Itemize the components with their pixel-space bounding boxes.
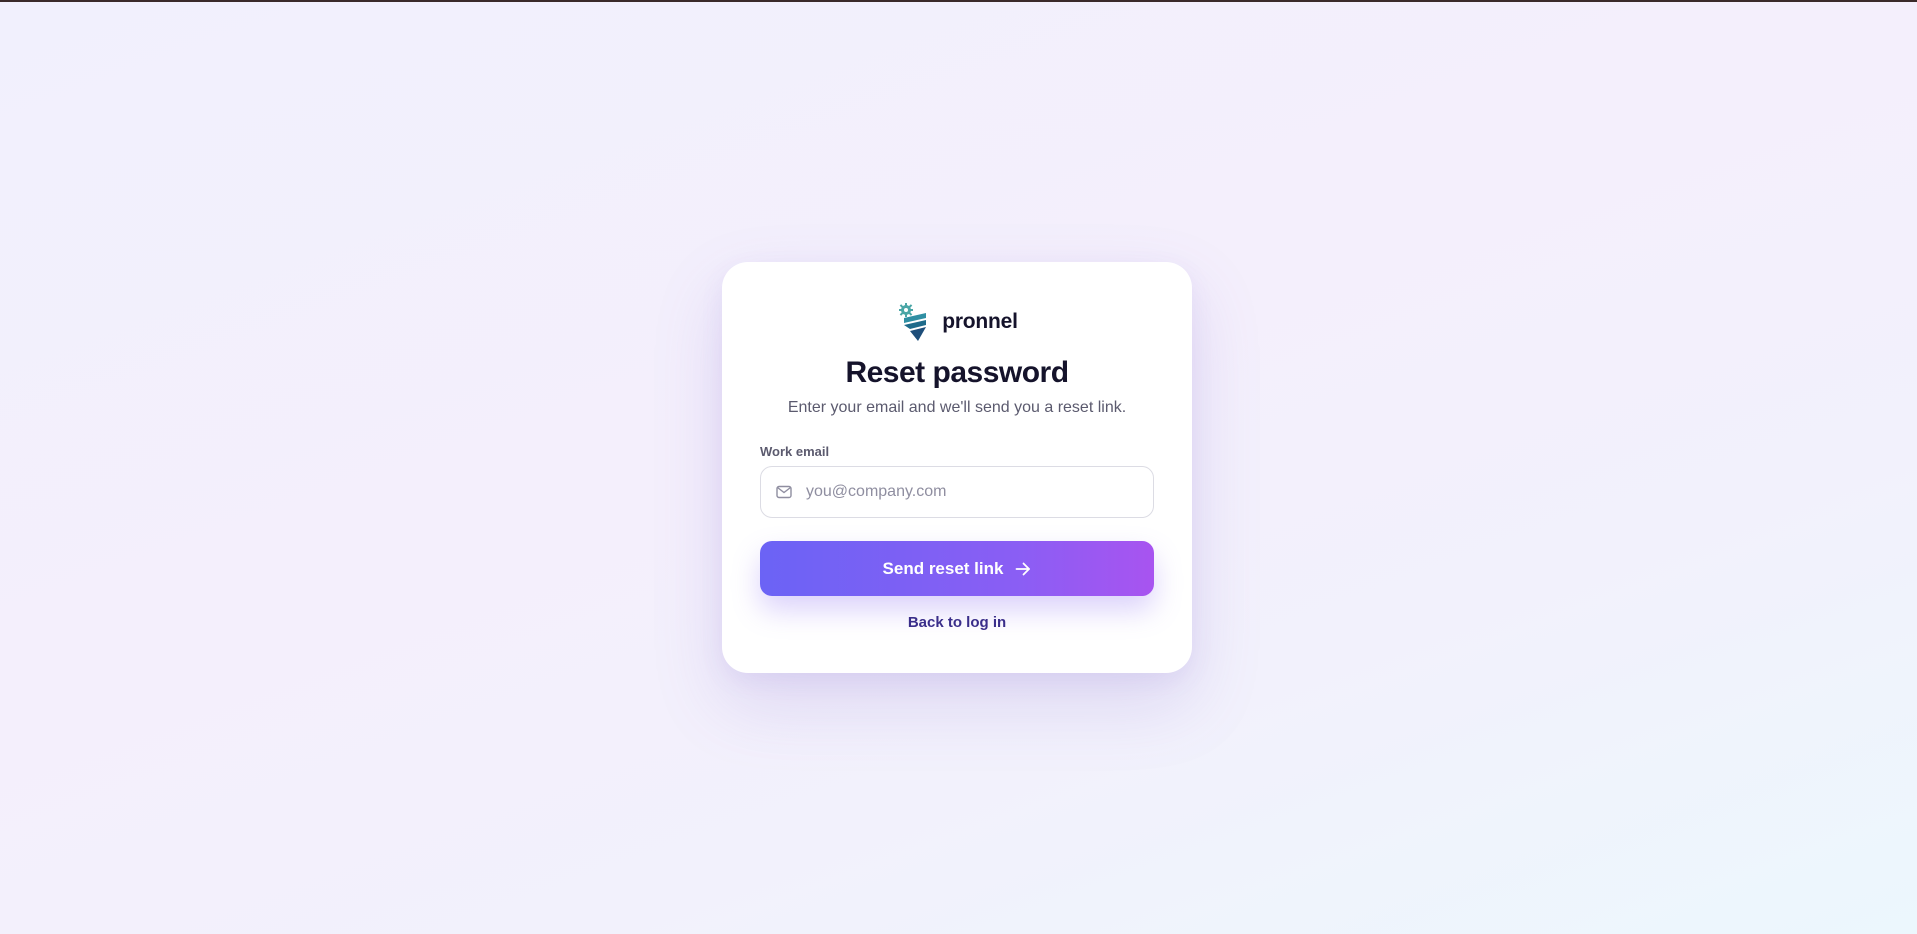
email-field-wrapper[interactable] bbox=[760, 466, 1154, 518]
send-reset-link-label: Send reset link bbox=[882, 558, 1004, 578]
pronnel-logo-icon bbox=[899, 303, 927, 341]
arrow-right-icon bbox=[1016, 562, 1031, 575]
mail-icon bbox=[776, 485, 792, 499]
brand-name: pronnel bbox=[942, 310, 1018, 333]
send-reset-link-button[interactable]: Send reset link bbox=[760, 541, 1154, 596]
reset-password-card: pronnel Reset password Enter your email … bbox=[722, 262, 1192, 673]
brand: pronnel bbox=[722, 302, 1192, 342]
email-input[interactable] bbox=[806, 467, 1136, 517]
email-label: Work email bbox=[760, 444, 830, 459]
page-subtitle: Enter your email and we'll send you a re… bbox=[787, 399, 1127, 416]
page-title: Reset password bbox=[845, 356, 1069, 389]
back-to-login-link[interactable]: Back to log in bbox=[722, 614, 1192, 631]
top-border bbox=[0, 0, 1917, 2]
